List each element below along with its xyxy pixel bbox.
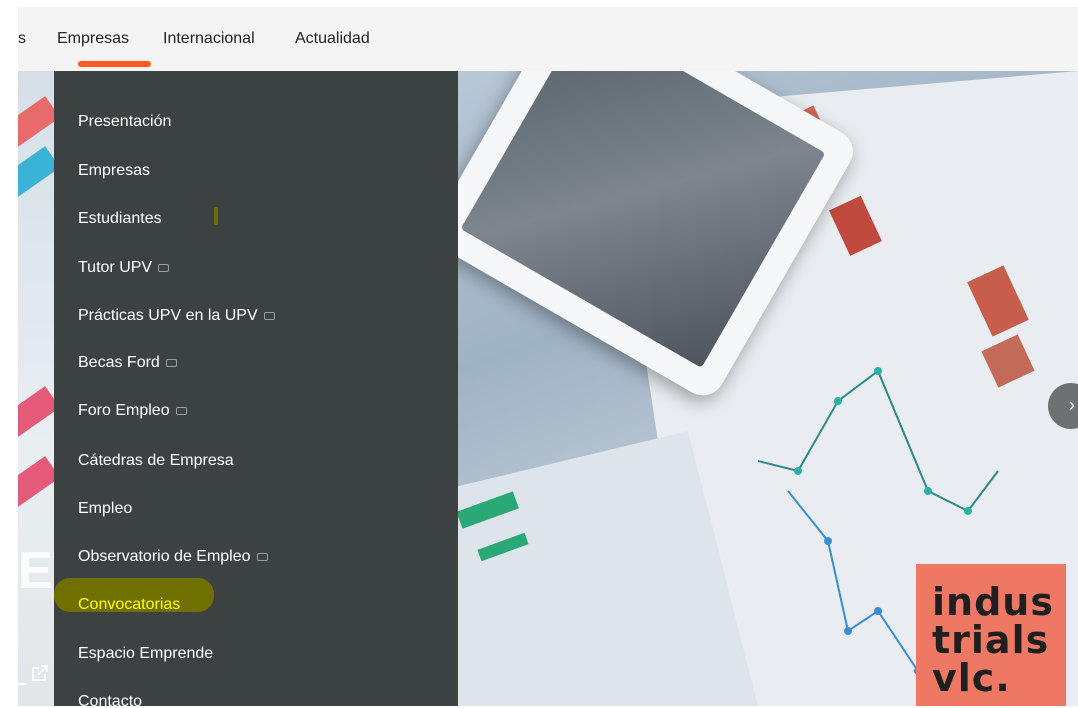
external-window-icon <box>165 358 177 367</box>
logo-line-1: indus <box>932 580 1054 624</box>
external-window-icon <box>256 552 268 561</box>
menu-item-empresas[interactable]: Empresas <box>78 162 150 180</box>
menu-item-label: Empleo <box>78 500 133 517</box>
menu-item-tutor-upv[interactable]: Tutor UPV <box>78 259 170 277</box>
menu-item-catedras[interactable]: Cátedras de Empresa <box>78 452 234 470</box>
menu-item-label: Empresas <box>78 162 151 179</box>
active-nav-underline <box>78 61 151 67</box>
menu-item-presentacion[interactable]: Presentación <box>78 113 171 131</box>
menu-item-label: Convocatorias <box>78 596 181 613</box>
link-underline <box>18 683 26 685</box>
menu-item-foro-empleo[interactable]: Foro Empleo <box>78 402 187 420</box>
menu-item-espacio-emprende[interactable]: Espacio Emprende <box>78 645 213 663</box>
menu-item-label: Espacio Emprende <box>78 645 214 662</box>
top-navigation: s Empresas Internacional Actualidad <box>18 7 1078 71</box>
external-window-icon <box>263 311 275 320</box>
menu-item-label: Cátedras de Empresa <box>78 452 234 469</box>
menu-item-empleo[interactable]: Empleo <box>78 500 132 518</box>
menu-item-becas-ford[interactable]: Becas Ford <box>78 354 177 372</box>
nav-item-partial[interactable]: s <box>18 30 26 48</box>
menu-item-estudiantes[interactable]: Estudiantes <box>78 210 162 228</box>
industrials-vlc-logo: indus trials vlc. <box>916 564 1066 706</box>
top-margin <box>0 0 1078 7</box>
external-window-icon <box>158 263 170 272</box>
menu-item-label: Tutor UPV <box>78 259 153 276</box>
menu-item-convocatorias[interactable]: Convocatorias <box>78 596 180 614</box>
menu-item-label: Prácticas UPV en la UPV <box>78 307 258 324</box>
menu-item-label: Presentación <box>78 113 172 130</box>
menu-item-observatorio[interactable]: Observatorio de Empleo <box>78 548 268 566</box>
nav-item-actualidad[interactable]: Actualidad <box>295 30 370 48</box>
menu-item-label: Estudiantes <box>78 210 162 227</box>
menu-item-label: Becas Ford <box>78 354 160 371</box>
menu-item-label: Foro Empleo <box>78 402 170 419</box>
nav-item-empresas[interactable]: Empresas <box>57 30 129 48</box>
chevron-right-icon: › <box>1069 395 1075 415</box>
menu-item-practicas[interactable]: Prácticas UPV en la UPV <box>78 307 275 325</box>
empresas-dropdown-menu: Presentación Empresas Estudiantes Tutor … <box>54 71 458 708</box>
logo-line-2: trials <box>932 618 1050 662</box>
highlight-mark <box>214 207 218 225</box>
menu-item-label: Observatorio de Empleo <box>78 548 251 565</box>
external-link-icon <box>32 665 48 681</box>
page: s Empresas Internacional Actualidad ET ›… <box>0 0 1078 708</box>
logo-line-3: vlc. <box>932 656 1011 700</box>
external-window-icon <box>175 406 187 415</box>
left-margin <box>0 0 18 708</box>
hero-left-image <box>18 71 61 706</box>
nav-item-internacional[interactable]: Internacional <box>163 30 255 48</box>
